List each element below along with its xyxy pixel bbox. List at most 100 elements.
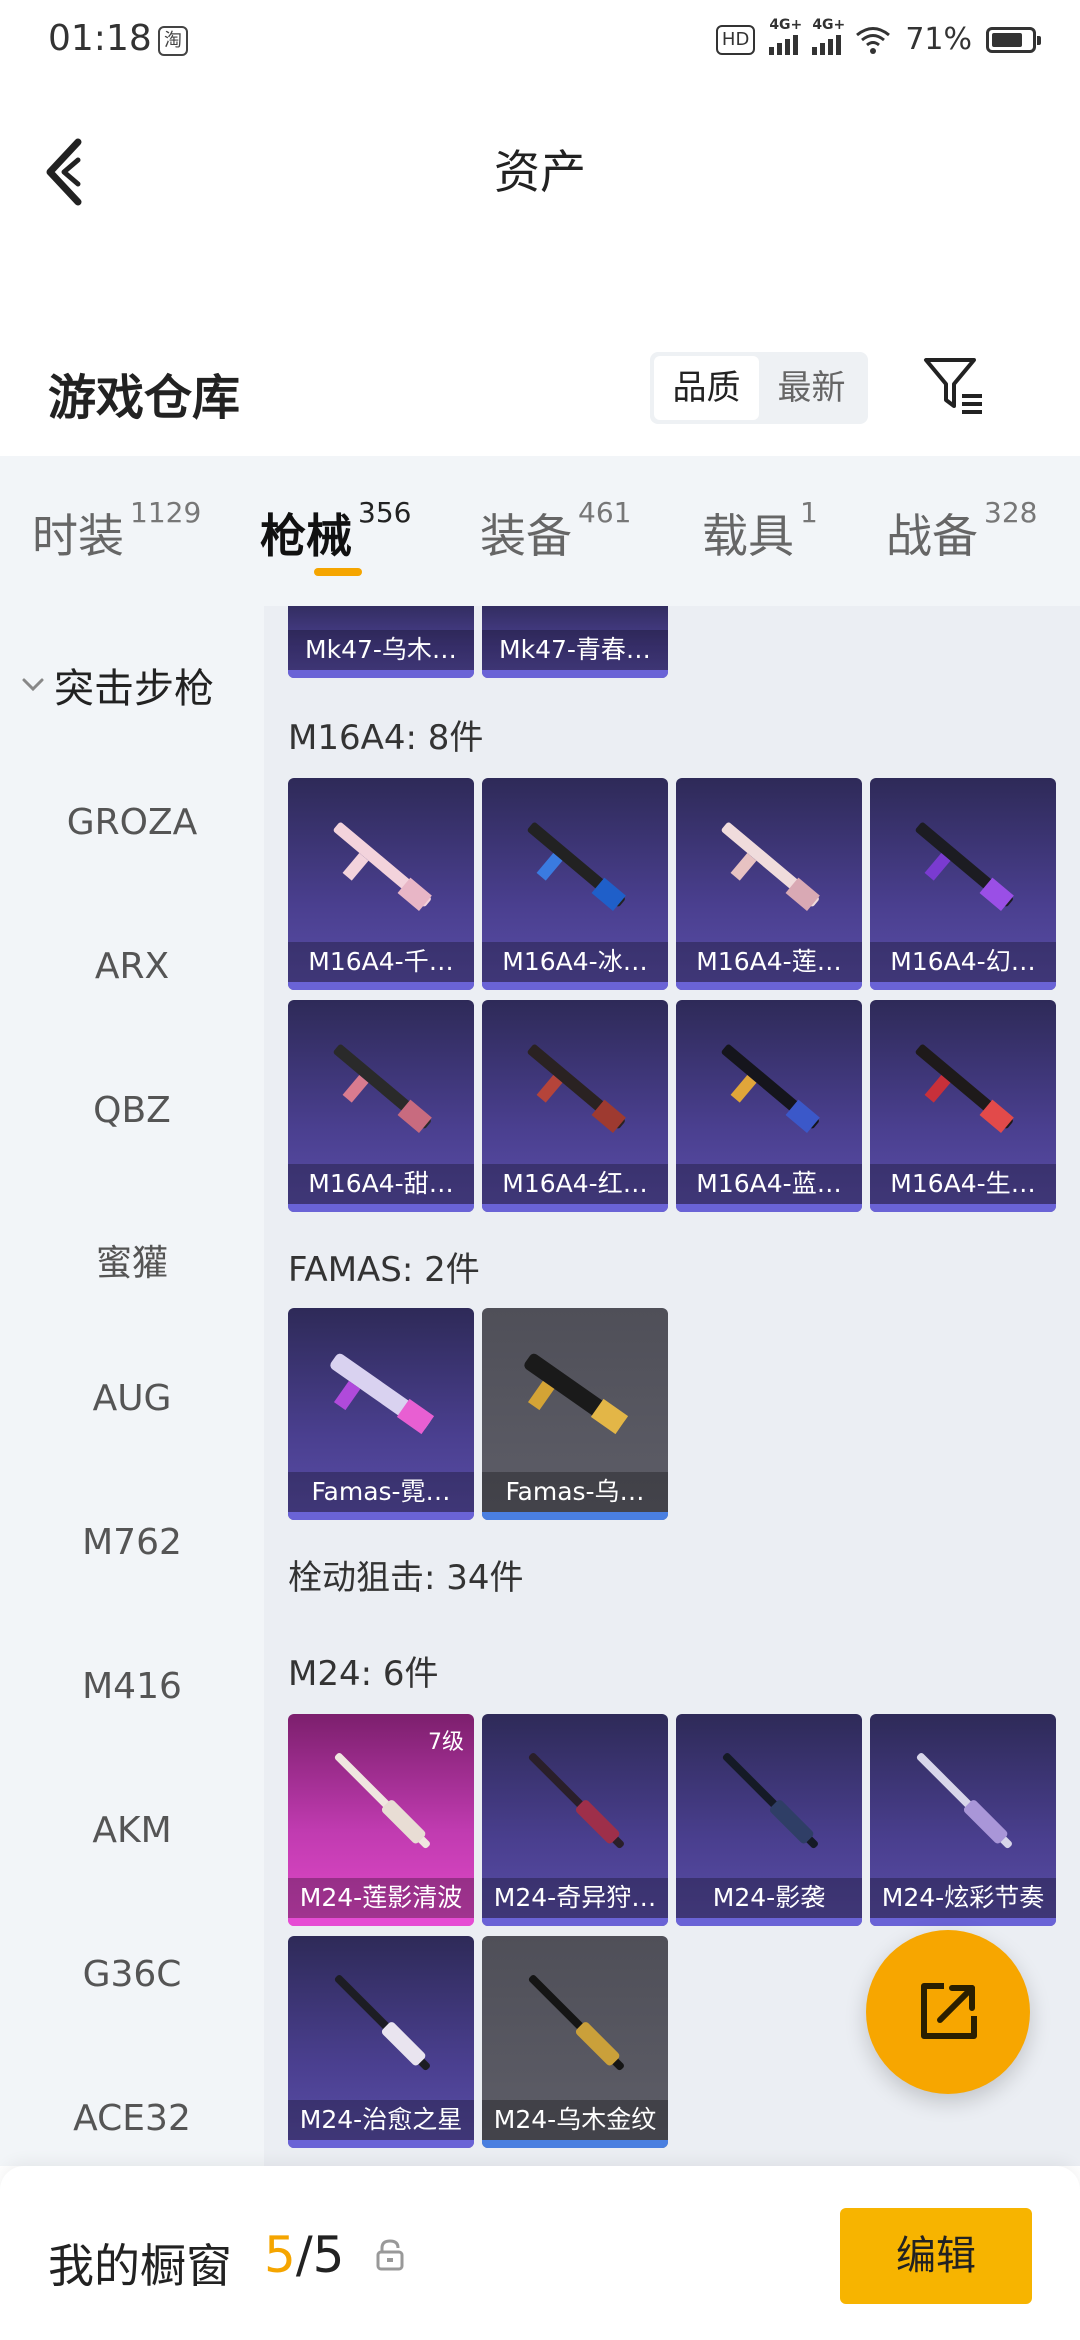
weapon-name: M24-炫彩节奏 <box>870 1878 1056 1918</box>
sort-option-newest[interactable]: 最新 <box>759 356 864 420</box>
tab-supplies[interactable]: 战备 328 <box>886 456 1066 606</box>
sidebar-item-m762[interactable]: M762 <box>0 1522 264 1563</box>
hd-badge: HD <box>715 24 756 55</box>
sniper-icon <box>916 1753 1012 1849</box>
lock-icon[interactable] <box>374 2238 406 2272</box>
section-title-m16a4: M16A4: 8件 <box>288 718 484 758</box>
weapon-name: M16A4-红… <box>482 1164 668 1204</box>
tab-vehicles[interactable]: 载具 1 <box>702 456 886 606</box>
weapon-card[interactable]: Mk47-乌木… <box>288 606 474 678</box>
weapon-card[interactable]: M16A4-红… <box>482 1000 668 1212</box>
tab-label: 时装 <box>32 509 124 563</box>
sniper-icon <box>722 1753 818 1849</box>
taobao-notification-icon: 淘 <box>158 26 188 56</box>
weapon-card[interactable]: M24-奇异狩… <box>482 1714 668 1926</box>
sniper-icon <box>334 1753 430 1849</box>
showcase-total: 5 <box>312 2226 345 2284</box>
sidebar-item-arx[interactable]: ARX <box>0 946 264 987</box>
share-icon <box>921 1983 977 2039</box>
sidebar-group-assault-rifles[interactable]: 突击步枪 <box>20 656 214 714</box>
weapon-card[interactable]: M16A4-千… <box>288 778 474 990</box>
showcase-current: 5 <box>264 2226 296 2284</box>
sidebar-item-m416[interactable]: M416 <box>0 1666 264 1707</box>
weapon-name: M16A4-幻… <box>870 942 1056 982</box>
weapon-card[interactable]: M16A4-幻… <box>870 778 1056 990</box>
weapon-card[interactable]: Mk47-青春… <box>482 606 668 678</box>
weapon-name: M16A4-甜… <box>288 1164 474 1204</box>
rifle-icon <box>333 822 432 911</box>
app-header: 资产 <box>0 84 1080 254</box>
tab-equipment[interactable]: 装备 461 <box>480 456 702 606</box>
filter-button[interactable] <box>922 354 986 418</box>
weapon-type-sidebar: 突击步枪 GROZA ARX QBZ 蜜獾 AUG M762 M416 AKM … <box>0 606 264 2166</box>
battery-icon <box>986 26 1041 53</box>
weapon-name: M16A4-冰… <box>482 942 668 982</box>
tab-count: 356 <box>358 496 412 529</box>
section-title-m24: M24: 6件 <box>288 1654 439 1694</box>
sidebar-item-honey-badger[interactable]: 蜜獾 <box>0 1234 264 1286</box>
weapon-card[interactable]: Famas-霓… <box>288 1308 474 1520</box>
sidebar-item-aug[interactable]: AUG <box>0 1378 264 1419</box>
sidebar-item-qbz[interactable]: QBZ <box>0 1090 264 1131</box>
weapon-card[interactable]: M24-炫彩节奏 <box>870 1714 1056 1926</box>
tab-fashion[interactable]: 时装 1129 <box>32 456 260 606</box>
sort-option-quality[interactable]: 品质 <box>654 356 759 420</box>
battery-percent: 71% <box>905 22 972 57</box>
sniper-icon <box>528 1753 624 1849</box>
section-title-bolt-action: 栓动狙击: 34件 <box>288 1558 524 1598</box>
rifle-icon <box>721 822 820 911</box>
sidebar-item-ace32[interactable]: ACE32 <box>0 2098 264 2139</box>
weapon-name: M24-乌木金纹 <box>482 2100 668 2140</box>
filter-icon <box>924 358 982 414</box>
showcase-separator: / <box>295 2226 313 2284</box>
showcase-count: 5/5 <box>264 2226 344 2284</box>
tab-label: 装备 <box>480 509 572 563</box>
tab-guns[interactable]: 枪械 356 <box>260 456 480 606</box>
wifi-icon <box>855 25 891 55</box>
sniper-icon <box>334 1975 430 2071</box>
sidebar-item-groza[interactable]: GROZA <box>0 802 264 843</box>
rifle-icon <box>527 822 626 911</box>
tab-count: 1 <box>800 496 818 529</box>
sidebar-item-g36c[interactable]: G36C <box>0 1954 264 1995</box>
category-tabs: 时装 1129 枪械 356 装备 461 载具 1 战备 328 <box>0 456 1080 606</box>
status-time: 01:18 <box>48 18 152 59</box>
weapon-card[interactable]: 7级 M24-莲影清波 <box>288 1714 474 1926</box>
rifle-icon <box>524 1353 629 1435</box>
sidebar-group-label: 突击步枪 <box>54 666 214 712</box>
weapon-card[interactable]: M16A4-生… <box>870 1000 1056 1212</box>
share-button[interactable] <box>866 1930 1030 2094</box>
weapon-name: M24-奇异狩… <box>482 1878 668 1918</box>
weapon-name: M24-莲影清波 <box>288 1878 474 1918</box>
weapon-name: Mk47-青春… <box>482 630 668 670</box>
tab-label: 战备 <box>886 509 978 563</box>
weapon-name: M16A4-生… <box>870 1164 1056 1204</box>
tab-label: 枪械 <box>260 509 352 563</box>
showcase-label: 我的橱窗 <box>48 2239 232 2293</box>
rifle-icon <box>333 1044 432 1133</box>
tab-count: 461 <box>578 496 632 529</box>
tab-label: 载具 <box>702 509 794 563</box>
page-title: 资产 <box>494 145 586 199</box>
weapon-card[interactable]: M16A4-莲… <box>676 778 862 990</box>
showcase-bar: 我的橱窗 5/5 编辑 <box>0 2166 1080 2340</box>
sniper-icon <box>528 1975 624 2071</box>
weapon-card[interactable]: Famas-乌… <box>482 1308 668 1520</box>
warehouse-bar: 游戏仓库 品质 最新 <box>0 330 1080 450</box>
sort-toggle: 品质 最新 <box>650 352 868 424</box>
weapon-card[interactable]: M24-乌木金纹 <box>482 1936 668 2148</box>
tab-count: 328 <box>984 496 1038 529</box>
weapon-card[interactable]: M16A4-甜… <box>288 1000 474 1212</box>
weapon-card[interactable]: M24-影袭 <box>676 1714 862 1926</box>
signal-icon-2: 4G+ <box>812 17 845 55</box>
edit-button[interactable]: 编辑 <box>840 2208 1032 2304</box>
weapon-card[interactable]: M16A4-冰… <box>482 778 668 990</box>
weapon-card[interactable]: M16A4-蓝… <box>676 1000 862 1212</box>
sidebar-item-akm[interactable]: AKM <box>0 1810 264 1851</box>
weapon-card[interactable]: M24-治愈之星 <box>288 1936 474 2148</box>
weapon-name: Famas-霓… <box>288 1472 474 1512</box>
network-label-1: 4G+ <box>769 16 803 33</box>
weapon-name: Mk47-乌木… <box>288 630 474 670</box>
rifle-icon <box>527 1044 626 1133</box>
rifle-icon <box>915 822 1014 911</box>
